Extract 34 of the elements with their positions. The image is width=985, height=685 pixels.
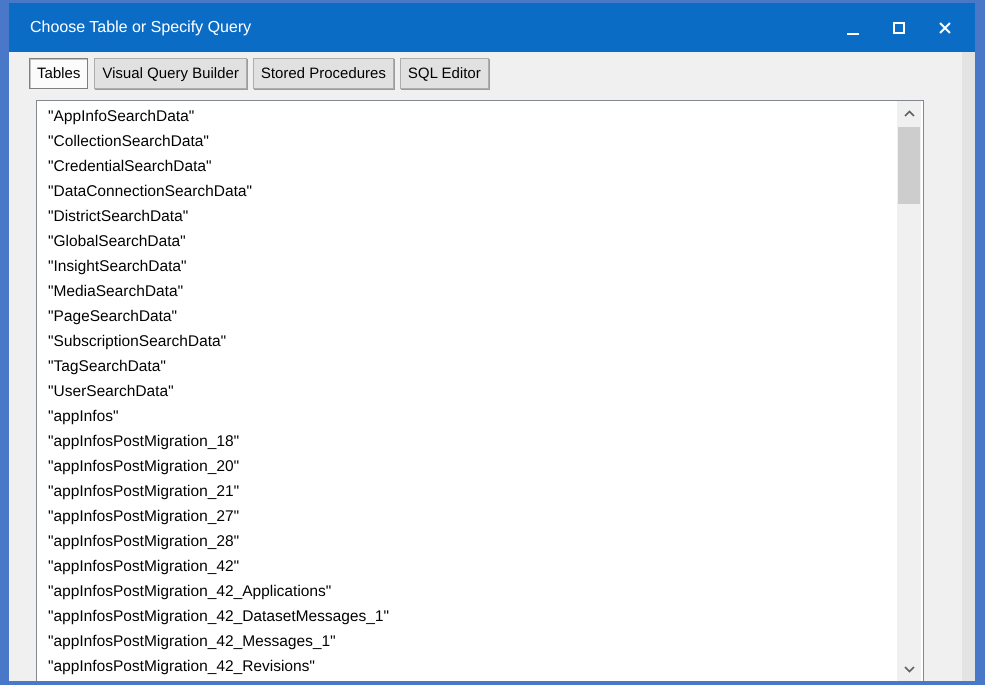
list-item[interactable]: "appInfosPostMigration_42_DatasetMessages_1" <box>48 604 390 629</box>
list-item[interactable]: "MediaSearchData" <box>48 279 184 304</box>
list-item[interactable]: "appInfosPostMigration_28" <box>48 529 240 554</box>
list-item[interactable]: "appInfosPostMigration_21" <box>48 479 240 504</box>
list-item[interactable]: "DistrictSearchData" <box>48 204 188 229</box>
list-item[interactable]: "appInfosPostMigration_42_Messages_1" <box>48 629 336 654</box>
tab[interactable]: SQL Editor <box>400 58 489 89</box>
list-item[interactable]: "appInfosPostMigration_42_Applications" <box>48 579 332 604</box>
window-title: Choose Table or Specify Query <box>30 18 252 36</box>
list-item[interactable]: "AppInfoSearchData" <box>48 104 194 129</box>
list-item[interactable]: "appInfosPostMigration_18" <box>48 429 240 454</box>
list-item[interactable]: "InsightSearchData" <box>48 254 187 279</box>
list-item[interactable]: "PageSearchData" <box>48 304 178 329</box>
list-item[interactable]: "appInfosPostMigration_42" <box>48 554 240 579</box>
list-item[interactable]: "CredentialSearchData" <box>48 154 212 179</box>
list-item[interactable]: "appInfosPostMigration_27" <box>48 504 240 529</box>
tab[interactable]: Tables <box>29 58 88 89</box>
maximize-icon <box>893 22 905 34</box>
close-icon <box>939 22 951 34</box>
list-item[interactable]: "CollectionSearchData" <box>48 129 209 154</box>
list-item[interactable]: "SubscriptionSearchData" <box>48 329 226 354</box>
list-item[interactable]: "GlobalSearchData" <box>48 229 186 254</box>
list-item[interactable]: "TagSearchData" <box>48 354 166 379</box>
scrollbar-thumb[interactable] <box>898 127 920 204</box>
tab[interactable]: Stored Procedures <box>252 58 394 89</box>
list-item[interactable]: "DataConnectionSearchData" <box>48 179 252 204</box>
list-item[interactable]: "appInfos" <box>48 404 118 429</box>
list-item[interactable]: "appInfosPostMigration_20" <box>48 454 240 479</box>
chevron-down-icon <box>904 666 914 672</box>
list-item[interactable]: "appInfosPostMigration_42_Revisions" <box>48 654 315 679</box>
minimize-icon <box>847 32 859 34</box>
tab[interactable]: Visual Query Builder <box>94 58 247 89</box>
list-item[interactable]: "UserSearchData" <box>48 379 174 404</box>
chevron-up-icon <box>904 110 914 116</box>
